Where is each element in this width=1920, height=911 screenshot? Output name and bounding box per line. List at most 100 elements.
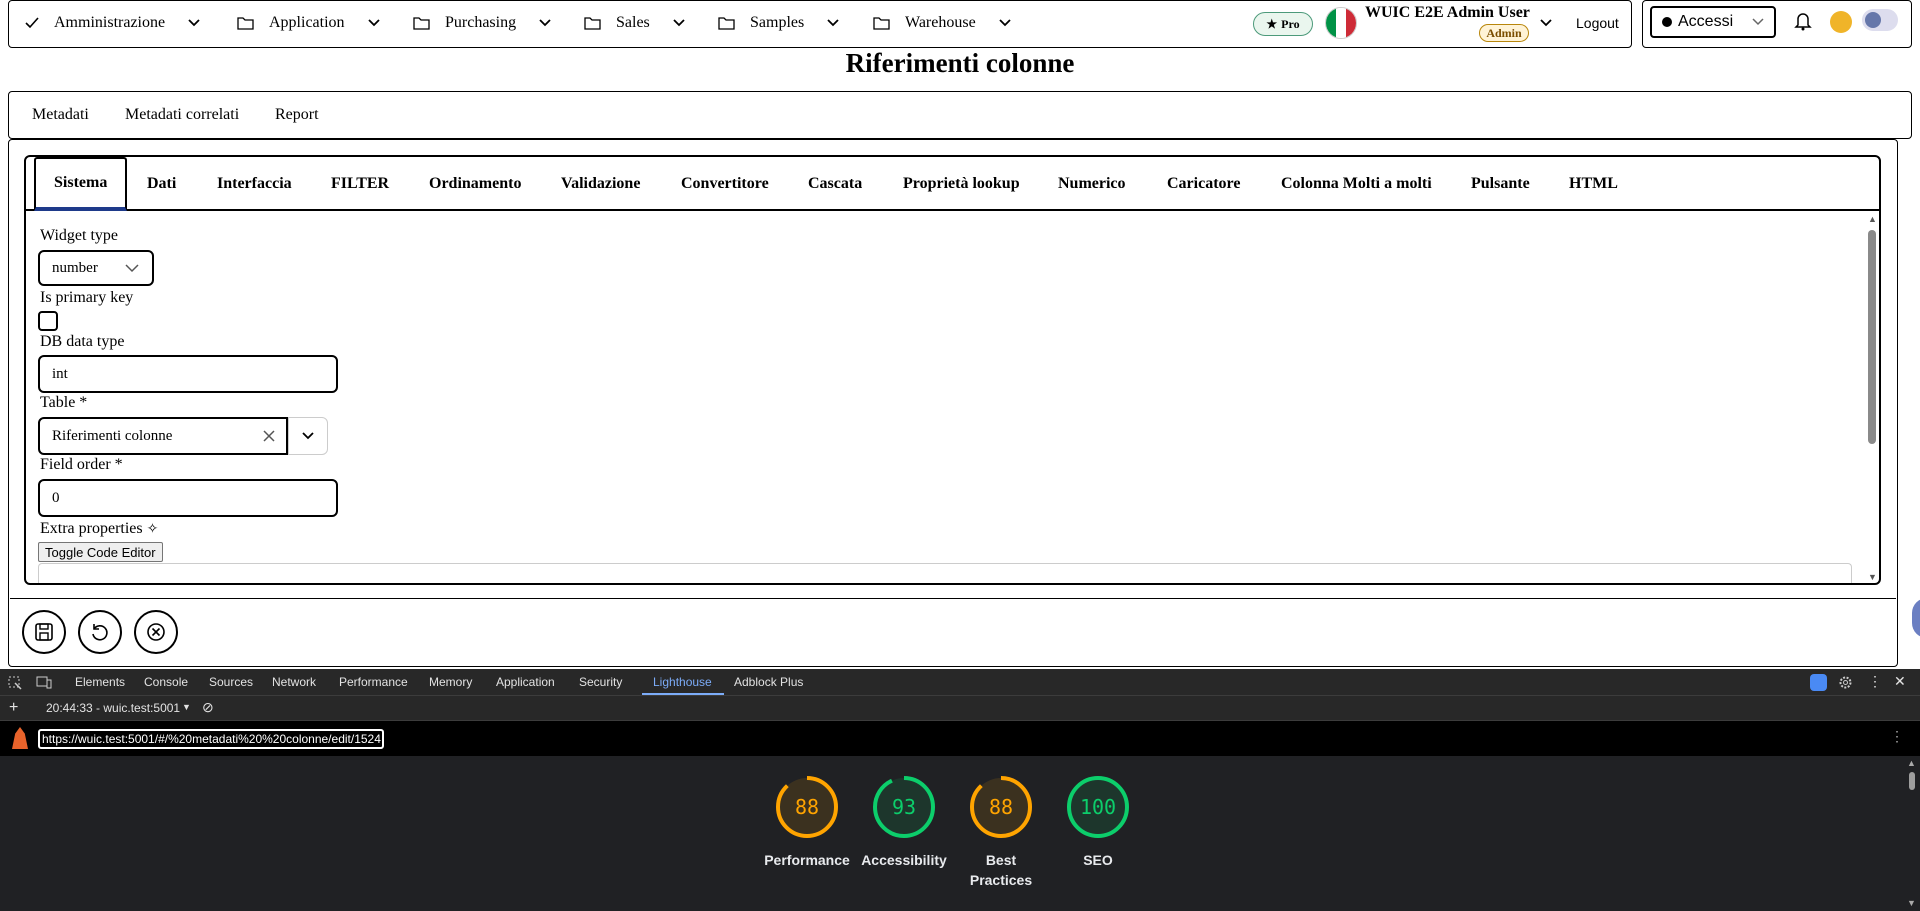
- italian-flag-icon[interactable]: [1325, 7, 1357, 39]
- extra-properties-label: Extra properties ✧: [40, 520, 158, 538]
- subtab-filter[interactable]: FILTER: [331, 157, 389, 211]
- theme-toggle[interactable]: [1862, 9, 1898, 31]
- cancel-button[interactable]: [134, 610, 178, 654]
- devtools-tab-console[interactable]: Console: [144, 675, 188, 689]
- check-icon: [25, 17, 39, 29]
- subtab-caricatore[interactable]: Caricatore: [1167, 157, 1240, 211]
- score-gauge[interactable]: 88: [774, 774, 840, 840]
- scrollbar-thumb[interactable]: [1868, 230, 1876, 444]
- subtab-convertitore[interactable]: Convertitore: [681, 157, 769, 211]
- nav-menu-samples[interactable]: Samples: [718, 0, 840, 46]
- save-button[interactable]: [22, 610, 66, 654]
- field-order-label: Field order *: [40, 456, 123, 473]
- nav-menu-warehouse[interactable]: Warehouse: [873, 0, 1012, 46]
- folder-icon: [873, 17, 890, 30]
- subtab-dati[interactable]: Dati: [147, 157, 176, 211]
- subtab-interfaccia[interactable]: Interfaccia: [217, 157, 292, 211]
- gauge-score: 93: [892, 795, 916, 819]
- plus-icon[interactable]: +: [9, 699, 18, 717]
- scroll-down-icon[interactable]: ▼: [1907, 898, 1916, 908]
- lighthouse-url[interactable]: https://wuic.test:5001/#/%20metadati%20%…: [38, 729, 384, 749]
- devtools-tab-security[interactable]: Security: [579, 675, 622, 689]
- sub-tabs-bar: Sistema Dati Interfaccia FILTER Ordiname…: [26, 157, 1879, 211]
- scroll-up-icon[interactable]: ▲: [1907, 758, 1916, 768]
- is-primary-key-checkbox[interactable]: [38, 311, 58, 331]
- scroll-up-icon[interactable]: ▲: [1868, 214, 1877, 224]
- subtab-proprieta-lookup[interactable]: Proprietà lookup: [903, 157, 1020, 211]
- radio-dot-icon: [1662, 17, 1672, 27]
- score-gauge[interactable]: 100: [1065, 774, 1131, 840]
- subtab-ordinamento[interactable]: Ordinamento: [429, 157, 521, 211]
- active-tab-indicator: [642, 693, 724, 695]
- chevron-down-icon: [999, 19, 1011, 27]
- devtools-tab-elements[interactable]: Elements: [75, 675, 125, 689]
- subtab-pulsante[interactable]: Pulsante: [1471, 157, 1530, 211]
- accessibility-select[interactable]: Accessi: [1650, 6, 1776, 38]
- score-gauge[interactable]: 93: [871, 774, 937, 840]
- devtools-tab-lighthouse[interactable]: Lighthouse: [653, 675, 712, 689]
- nav-menu-application[interactable]: Application: [237, 0, 381, 46]
- floating-action-button[interactable]: [1912, 598, 1920, 638]
- widget-type-select[interactable]: number: [38, 250, 154, 286]
- clear-icon[interactable]: [262, 429, 276, 443]
- pro-badge[interactable]: ★ Pro: [1253, 12, 1313, 36]
- nav-menu-amministrazione[interactable]: Amministrazione: [24, 0, 201, 46]
- table-select[interactable]: Riferimenti colonne: [38, 417, 288, 455]
- subtab-html[interactable]: HTML: [1569, 157, 1618, 211]
- score-gauge[interactable]: 88: [968, 774, 1034, 840]
- subtab-cascata[interactable]: Cascata: [808, 157, 862, 211]
- bell-icon[interactable]: [1794, 11, 1812, 31]
- save-icon: [35, 623, 53, 641]
- toggle-knob: [1865, 12, 1881, 28]
- clear-icon[interactable]: ⊘: [202, 699, 214, 716]
- logout-link[interactable]: Logout: [1576, 15, 1619, 31]
- more-vertical-icon[interactable]: ⋮: [1868, 673, 1882, 690]
- table-dropdown-button[interactable]: [288, 417, 328, 455]
- folder-icon: [718, 17, 735, 30]
- nav-menu-purchasing[interactable]: Purchasing: [413, 0, 552, 46]
- nav-menu-label: Amministrazione: [54, 14, 166, 31]
- chevron-down-icon: [367, 19, 380, 27]
- devtools-tab-sources[interactable]: Sources: [209, 675, 253, 689]
- devtools-tab-memory[interactable]: Memory: [429, 675, 472, 689]
- extension-icon[interactable]: [1810, 674, 1827, 691]
- scroll-down-icon[interactable]: ▼: [1868, 572, 1877, 582]
- report-selector[interactable]: 20:44:33 - wuic.test:5001: [46, 701, 180, 715]
- devtools-tab-network[interactable]: Network: [272, 675, 316, 689]
- gauge-label: SEO: [1083, 852, 1113, 868]
- report-scrollbar[interactable]: ▲ ▼: [1906, 758, 1918, 908]
- subtab-colonna-molti-a-molti[interactable]: Colonna Molti a molti: [1281, 157, 1432, 211]
- tab-report[interactable]: Report: [275, 106, 319, 124]
- gauge-label: Accessibility: [861, 852, 947, 868]
- devtools-tab-adblock-plus[interactable]: Adblock Plus: [734, 675, 803, 689]
- subtab-numerico[interactable]: Numerico: [1058, 157, 1126, 211]
- devtools-tab-application[interactable]: Application: [496, 675, 555, 689]
- theme-sun-icon[interactable]: [1830, 11, 1852, 33]
- sparkle-icon[interactable]: ✧: [147, 522, 159, 537]
- is-primary-key-label: Is primary key: [40, 289, 134, 306]
- caret-down-icon[interactable]: ▼: [182, 702, 191, 712]
- tab-metadati-correlati[interactable]: Metadati correlati: [125, 106, 239, 124]
- subtab-validazione[interactable]: Validazione: [561, 157, 640, 211]
- scrollbar-thumb[interactable]: [1909, 772, 1915, 790]
- subtab-sistema[interactable]: Sistema: [34, 157, 128, 211]
- toggle-code-editor-button[interactable]: Toggle Code Editor: [38, 542, 163, 562]
- code-editor[interactable]: [38, 563, 1852, 583]
- more-vertical-icon[interactable]: ⋮: [1890, 729, 1904, 746]
- chevron-down-icon: [302, 432, 314, 440]
- inspect-icon[interactable]: [8, 676, 22, 690]
- gear-icon[interactable]: [1838, 675, 1853, 690]
- form-scrollbar[interactable]: ▲ ▼: [1866, 214, 1878, 582]
- devtools-tabbar: Elements Console Sources Network Perform…: [0, 669, 1920, 696]
- nav-menu-sales[interactable]: Sales: [584, 0, 686, 46]
- db-data-type-input[interactable]: int: [38, 355, 338, 393]
- user-name[interactable]: WUIC E2E Admin User: [1365, 4, 1530, 22]
- close-icon[interactable]: ✕: [1894, 673, 1906, 690]
- reset-button[interactable]: [78, 610, 122, 654]
- device-toolbar-icon[interactable]: [36, 676, 52, 690]
- field-order-input[interactable]: 0: [38, 479, 338, 517]
- devtools-tab-performance[interactable]: Performance: [339, 675, 408, 689]
- page-title: Riferimenti colonne: [845, 48, 1075, 78]
- user-menu-chevron-icon[interactable]: [1540, 18, 1552, 28]
- tab-metadati[interactable]: Metadati: [32, 106, 89, 124]
